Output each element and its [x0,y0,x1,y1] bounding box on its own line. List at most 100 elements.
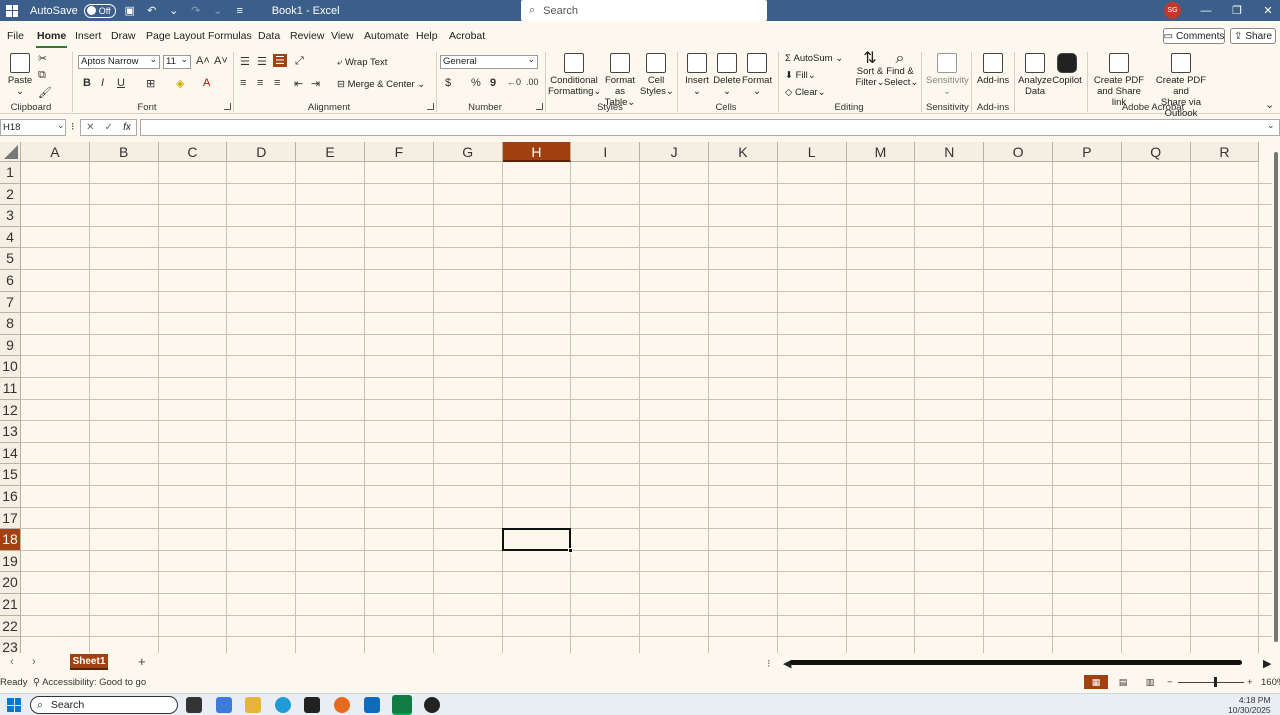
autosave-toggle[interactable]: Off [83,3,116,18]
page-layout-view-button[interactable]: ▤ [1111,675,1135,689]
fill-color-icon[interactable]: ◈ [176,77,184,90]
prev-sheet-icon[interactable]: ‹ [10,656,14,668]
fill-handle[interactable] [568,547,574,553]
copy-icon[interactable]: ⧉ [38,69,46,82]
next-sheet-icon[interactable]: › [32,656,36,668]
copilot-app-icon[interactable] [216,697,232,713]
column-header-p[interactable]: P [1053,142,1122,162]
row-header-22[interactable]: 22 [0,615,21,638]
row-header-1[interactable]: 1 [0,162,21,184]
tab-acrobat[interactable]: Acrobat [449,27,485,46]
settings-gear-icon[interactable] [424,697,440,713]
row-header-2[interactable]: 2 [0,183,21,206]
edge-browser-icon[interactable] [275,697,291,713]
minimize-button[interactable]: — [1190,0,1222,21]
zoom-out-button[interactable]: − [1167,677,1173,688]
page-break-view-button[interactable]: ▥ [1138,675,1162,689]
cancel-icon[interactable]: ✕ [86,122,94,133]
tab-automate[interactable]: Automate [364,27,409,46]
underline-button[interactable]: U [117,77,125,89]
cut-icon[interactable]: ✂ [38,52,47,65]
zoom-slider-track[interactable] [1178,682,1244,683]
column-header-c[interactable]: C [158,142,228,162]
sort-filter-button[interactable]: ⇅ Sort & Filter⌄ [855,51,885,89]
tab-data[interactable]: Data [258,27,280,46]
paste-button[interactable]: Paste ⌄ [6,53,34,97]
column-header-d[interactable]: D [227,142,297,162]
column-header-m[interactable]: M [846,142,916,162]
collapse-ribbon-icon[interactable]: ⌄ [1265,98,1274,111]
delete-cells-button[interactable]: Delete ⌄ [713,53,741,97]
row-header-11[interactable]: 11 [0,378,21,400]
percent-button[interactable]: % [471,77,481,89]
conditional-formatting-button[interactable]: Conditional Formatting⌄ [548,53,601,97]
comments-button[interactable]: ▭ Comments [1163,28,1225,44]
copilot-button[interactable]: Copilot [1052,53,1082,86]
font-size-select[interactable]: 11 [163,53,191,69]
store-icon[interactable] [304,697,320,713]
file-explorer-icon[interactable] [245,697,261,713]
tab-insert[interactable]: Insert [75,27,101,46]
column-header-o[interactable]: O [984,142,1053,162]
bold-button[interactable]: B [83,77,91,89]
borders-icon[interactable]: ⊞ [146,77,155,90]
zoom-slider-thumb[interactable] [1214,677,1217,687]
row-header-12[interactable]: 12 [0,399,21,422]
accessibility-status[interactable]: ⚲ Accessibility: Good to go [33,677,146,688]
row-header-10[interactable]: 10 [0,356,21,378]
tab-formulas[interactable]: Formulas [208,27,252,46]
row-header-7[interactable]: 7 [0,291,21,314]
name-box-dropdown-icon[interactable]: ⌄ [57,120,65,131]
decrease-decimal-icon[interactable]: .00 [526,77,539,87]
tab-review[interactable]: Review [290,27,324,46]
tab-file[interactable]: File [7,27,24,46]
column-header-g[interactable]: G [433,142,503,162]
align-bottom-icon[interactable]: ☰ [273,54,287,67]
select-all-button[interactable] [0,142,21,162]
row-header-8[interactable]: 8 [0,313,21,335]
clear-button[interactable]: ◇ Clear⌄ [785,87,826,98]
column-header-l[interactable]: L [777,142,847,162]
row-header-9[interactable]: 9 [0,334,21,357]
row-header-4[interactable]: 4 [0,226,21,249]
align-right-icon[interactable]: ≡ [274,77,280,89]
decrease-indent-icon[interactable]: ⇤ [294,77,303,90]
format-painter-icon[interactable]: 🖌 [38,86,52,99]
row-header-14[interactable]: 14 [0,442,21,465]
customize-qat-icon[interactable]: ≡ [232,3,248,19]
addins-button[interactable]: Add-ins [976,53,1010,86]
zoom-level[interactable]: 160% [1261,677,1280,688]
number-dialog-launcher[interactable] [536,103,543,110]
row-header-21[interactable]: 21 [0,594,21,616]
system-clock[interactable]: 4:18 PM 10/30/2025 [1228,695,1271,715]
tab-page-layout[interactable]: Page Layout [146,27,205,46]
align-middle-icon[interactable]: ☰ [257,55,267,68]
tab-draw[interactable]: Draw [111,27,136,46]
row-header-19[interactable]: 19 [0,550,21,573]
row-header-15[interactable]: 15 [0,464,21,486]
format-as-table-button[interactable]: Format as Table⌄ [601,53,639,108]
decrease-font-icon[interactable]: A˅ [214,55,228,67]
vertical-scroll-thumb[interactable] [1274,152,1278,642]
normal-view-button[interactable]: ▦ [1084,675,1108,689]
insert-cells-button[interactable]: Insert ⌄ [683,53,711,97]
active-cell[interactable] [501,528,572,551]
row-header-6[interactable]: 6 [0,270,21,292]
column-header-e[interactable]: E [296,142,365,162]
enter-icon[interactable]: ✓ [105,122,113,133]
font-name-select[interactable]: Aptos Narrow [78,53,160,69]
taskbar-search[interactable]: ⌕ Search [30,696,178,714]
excel-taskbar-icon[interactable] [392,695,412,715]
column-header-i[interactable]: I [571,142,641,162]
row-header-5[interactable]: 5 [0,248,21,270]
format-cells-button[interactable]: Format ⌄ [742,53,772,97]
undo-dropdown-icon[interactable]: ⌄ [166,3,182,19]
row-header-13[interactable]: 13 [0,421,21,443]
row-header-20[interactable]: 20 [0,572,21,594]
sheet-tab-sheet1[interactable]: Sheet1 [70,654,108,670]
column-header-a[interactable]: A [21,142,90,162]
windows-start-icon[interactable] [7,698,21,712]
column-header-r[interactable]: R [1190,142,1260,162]
align-top-icon[interactable]: ☰ [240,55,250,68]
restore-button[interactable]: ❐ [1221,0,1253,21]
